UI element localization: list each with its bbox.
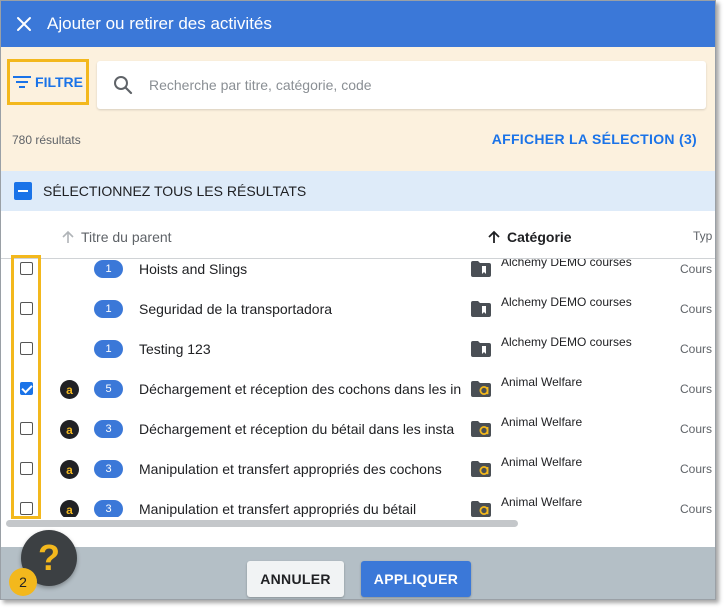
- row-type: Cours: [680, 422, 713, 436]
- folder-a-icon: [471, 461, 491, 477]
- row-type: Cours: [680, 342, 713, 356]
- help-badge[interactable]: 2: [9, 568, 37, 596]
- filter-button[interactable]: FILTRE: [7, 59, 89, 105]
- dialog-footer: ANNULER APPLIQUER: [1, 547, 715, 599]
- row-type: Cours: [680, 462, 713, 476]
- table-row[interactable]: a 3 Manipulation et transfert appropriés d…: [1, 449, 715, 489]
- row-category: Alchemy DEMO courses: [501, 295, 632, 309]
- filter-lines-icon: [13, 76, 32, 88]
- cancel-button[interactable]: ANNULER: [247, 561, 344, 597]
- row-title: Seguridad de la transportadora: [139, 301, 333, 317]
- table-row[interactable]: 1 Testing 123 Alchemy DEMO courses Cours: [1, 329, 715, 369]
- column-type[interactable]: Typ: [693, 229, 712, 243]
- filter-bar: FILTRE 780 résultats AFFICHER LA SÉLECTI…: [1, 47, 715, 171]
- folder-bookmark-icon: [471, 301, 491, 317]
- row-title: Déchargement et réception des cochons da…: [139, 381, 461, 397]
- show-selection-link[interactable]: AFFICHER LA SÉLECTION (3): [492, 131, 697, 147]
- arrow-up-icon: [62, 230, 74, 243]
- folder-a-icon: [471, 421, 491, 437]
- close-icon: [17, 17, 31, 31]
- close-button[interactable]: [1, 1, 47, 47]
- alchemy-logo-icon: a: [60, 380, 79, 399]
- row-title: Manipulation et transfert appropriés du …: [139, 501, 417, 517]
- select-all-checkbox[interactable]: [14, 182, 32, 200]
- table-row[interactable]: 1 Hoists and Slings Alchemy DEMO courses Co…: [1, 259, 715, 289]
- search-box: [97, 61, 706, 109]
- row-title: Hoists and Slings: [139, 261, 248, 277]
- folder-bookmark-icon: [471, 261, 491, 277]
- version-badge: 1: [94, 300, 123, 318]
- row-checkbox[interactable]: [20, 382, 33, 395]
- search-input[interactable]: [149, 77, 689, 93]
- table-row[interactable]: a 3 Manipulation et transfert appropriés d…: [1, 489, 715, 517]
- table-row[interactable]: a 3 Déchargement et réception du bétail da…: [1, 409, 715, 449]
- row-checkbox[interactable]: [20, 502, 33, 515]
- table-row[interactable]: 1 Seguridad de la transportadora Alchemy D…: [1, 289, 715, 329]
- horizontal-scrollbar[interactable]: [6, 520, 518, 527]
- folder-a-icon: [471, 381, 491, 397]
- help-icon: ?: [38, 537, 60, 578]
- version-badge: 5: [94, 380, 123, 398]
- apply-button[interactable]: APPLIQUER: [361, 561, 471, 597]
- row-category: Alchemy DEMO courses: [501, 335, 632, 349]
- version-badge: 3: [94, 500, 123, 517]
- column-parent-title[interactable]: Titre du parent: [61, 229, 172, 245]
- row-type: Cours: [680, 502, 713, 516]
- row-checkbox[interactable]: [20, 462, 33, 475]
- logo-letter: a: [66, 502, 73, 517]
- table-header: Titre du parent Catégorie Typ: [1, 211, 715, 259]
- version-badge: 3: [94, 420, 123, 438]
- row-checkbox[interactable]: [20, 422, 33, 435]
- results-list: 1 Hoists and Slings Alchemy DEMO courses Co…: [1, 259, 715, 517]
- alchemy-logo-icon: a: [60, 500, 79, 517]
- column-parent-title-label: Titre du parent: [81, 229, 172, 245]
- folder-bookmark-icon: [471, 341, 491, 357]
- table-row[interactable]: a 5 Déchargement et réception des cochons …: [1, 369, 715, 409]
- row-type: Cours: [680, 262, 713, 276]
- row-category: Animal Welfare: [501, 495, 583, 509]
- results-count: 780 résultats: [12, 133, 81, 147]
- column-category[interactable]: Catégorie: [487, 229, 572, 245]
- column-category-label: Catégorie: [507, 229, 572, 245]
- dialog-header: Ajouter ou retirer des activités: [1, 1, 715, 47]
- row-category: Alchemy DEMO courses: [501, 259, 632, 269]
- arrow-up-icon: [488, 230, 500, 243]
- dialog-title: Ajouter ou retirer des activités: [47, 14, 272, 33]
- row-title: Testing 123: [139, 341, 211, 357]
- alchemy-logo-icon: a: [60, 420, 79, 439]
- logo-letter: a: [66, 382, 73, 397]
- logo-letter: a: [66, 462, 73, 477]
- version-badge: 1: [94, 340, 123, 358]
- select-all-label: SÉLECTIONNEZ TOUS LES RÉSULTATS: [43, 183, 307, 199]
- row-checkbox[interactable]: [20, 302, 33, 315]
- row-checkbox[interactable]: [20, 342, 33, 355]
- row-category: Animal Welfare: [501, 415, 583, 429]
- alchemy-logo-icon: a: [60, 460, 79, 479]
- row-type: Cours: [680, 382, 713, 396]
- row-title: Déchargement et réception du bétail dans…: [139, 421, 455, 437]
- logo-letter: a: [66, 422, 73, 437]
- row-category: Animal Welfare: [501, 455, 583, 469]
- filter-button-label: FILTRE: [35, 74, 83, 90]
- search-icon: [114, 76, 133, 95]
- row-title: Manipulation et transfert appropriés des…: [139, 461, 442, 477]
- row-category: Animal Welfare: [501, 375, 583, 389]
- row-type: Cours: [680, 302, 713, 316]
- row-checkbox[interactable]: [20, 262, 33, 275]
- search-icon-wrap: [97, 75, 149, 95]
- version-badge: 3: [94, 460, 123, 478]
- select-all-bar: SÉLECTIONNEZ TOUS LES RÉSULTATS: [1, 171, 715, 211]
- folder-a-icon: [471, 501, 491, 517]
- version-badge: 1: [94, 260, 123, 278]
- dialog: Ajouter ou retirer des activités FILTRE …: [0, 0, 716, 600]
